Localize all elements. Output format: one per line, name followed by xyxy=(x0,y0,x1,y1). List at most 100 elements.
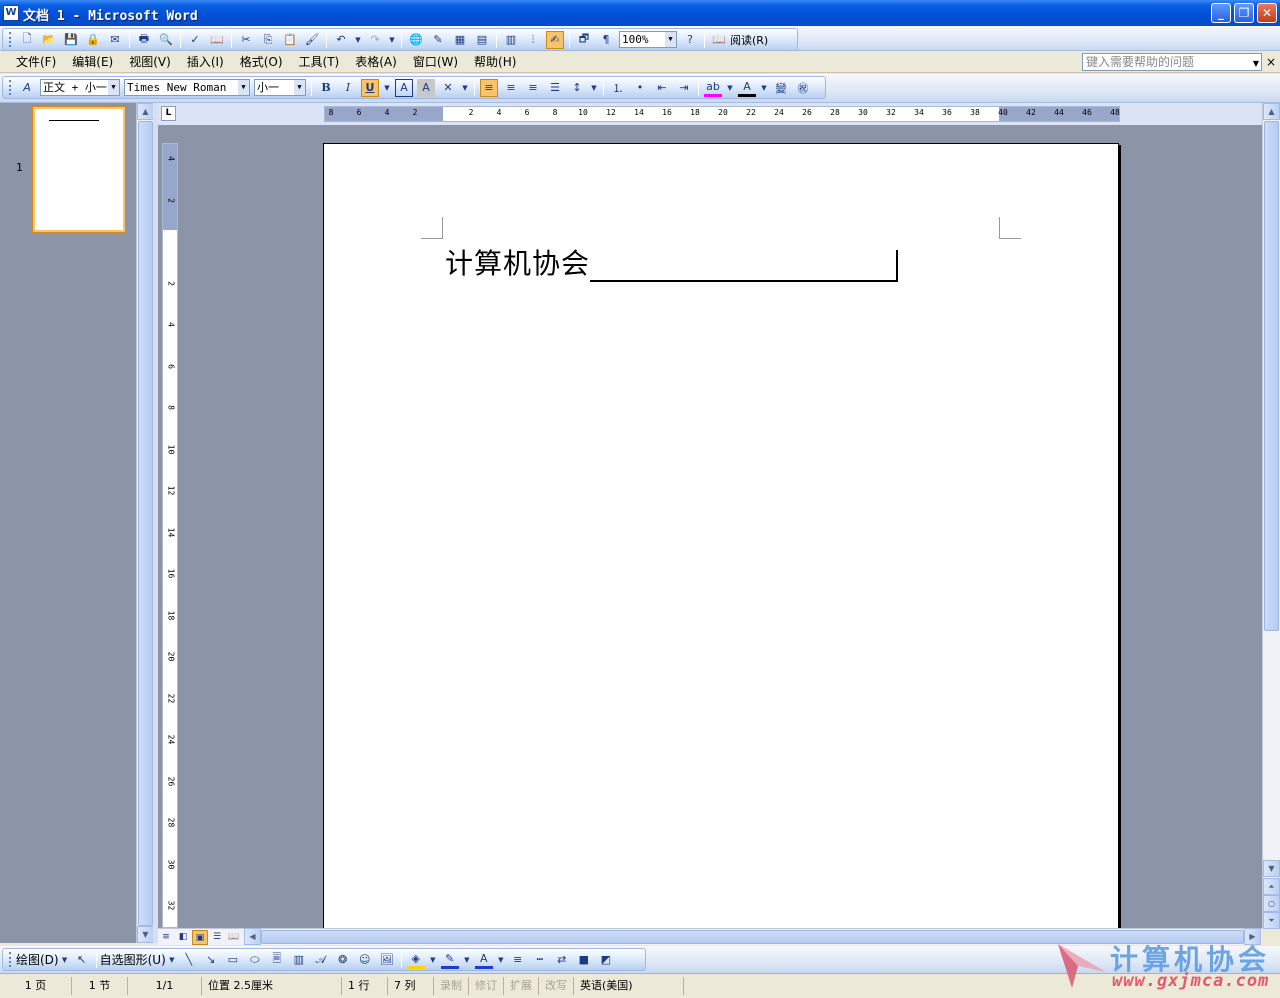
menu-help[interactable]: 帮助(H) xyxy=(466,53,524,70)
scroll-up-icon[interactable]: ▲ xyxy=(137,103,154,120)
scaling-dropdown-icon[interactable]: ▼ xyxy=(461,79,469,97)
font-color-dropdown-icon[interactable]: ▼ xyxy=(760,79,768,97)
menu-table[interactable]: 表格(A) xyxy=(347,53,405,70)
minimize-button[interactable]: _ xyxy=(1211,3,1231,23)
document-page[interactable]: 计算机协会 xyxy=(323,143,1119,928)
line-color-dropdown-icon[interactable]: ▼ xyxy=(463,951,471,969)
help-search-input[interactable]: 键入需要帮助的问题 ▼ xyxy=(1082,53,1262,71)
status-ovr[interactable]: 改写 xyxy=(539,977,574,995)
underline-button[interactable]: U xyxy=(361,78,379,97)
menu-tools[interactable]: 工具(T) xyxy=(291,53,348,70)
chevron-down-icon[interactable]: ▼ xyxy=(238,80,249,95)
permission-icon[interactable]: 🔒 xyxy=(84,31,102,49)
size-combo[interactable]: 小一 ▼ xyxy=(254,79,306,96)
thumbnail-page[interactable] xyxy=(33,107,125,232)
vertical-textbox-icon[interactable]: ▥ xyxy=(290,951,308,969)
italic-button[interactable]: I xyxy=(339,79,357,97)
style-combo[interactable]: 正文 + 小一 ▼ xyxy=(40,79,120,96)
draw-dropdown-icon[interactable]: ▼ xyxy=(61,951,69,969)
select-objects-icon[interactable]: ↖ xyxy=(73,951,91,969)
columns-icon[interactable]: ▥ xyxy=(502,31,520,49)
menu-insert[interactable]: 插入(I) xyxy=(179,53,232,70)
enclose-characters-icon[interactable]: ㊗ xyxy=(794,79,812,97)
3d-style-icon[interactable]: ◩ xyxy=(597,951,615,969)
line-icon[interactable]: ╲ xyxy=(180,951,198,969)
toolbar-grip[interactable] xyxy=(9,952,12,967)
insert-table-icon[interactable]: ▦ xyxy=(451,31,469,49)
show-hide-icon[interactable]: ¶ xyxy=(597,31,615,49)
thumbnail-scrollbar[interactable]: ▲ ▼ xyxy=(136,103,154,943)
font-combo[interactable]: Times New Roman ▼ xyxy=(124,79,250,96)
bold-button[interactable]: B xyxy=(317,79,335,97)
scroll-up-icon[interactable]: ▲ xyxy=(1263,103,1280,120)
underline-dropdown-icon[interactable]: ▼ xyxy=(383,79,391,97)
document-vertical-scrollbar[interactable]: ▲ ▼ ⏶ ○ ⏷ xyxy=(1262,103,1280,929)
dash-style-icon[interactable]: ┅ xyxy=(531,951,549,969)
redo-dropdown-icon[interactable]: ▼ xyxy=(388,31,396,49)
restore-button[interactable]: ❐ xyxy=(1234,3,1254,23)
line-style-icon[interactable]: ≡ xyxy=(509,951,527,969)
thumbnail-scroll-thumb[interactable] xyxy=(138,121,153,926)
undo-dropdown-icon[interactable]: ▼ xyxy=(354,31,362,49)
highlight-icon[interactable]: ab xyxy=(704,79,722,97)
menu-edit[interactable]: 编辑(E) xyxy=(64,53,121,70)
open-icon[interactable]: 📂 xyxy=(40,31,58,49)
character-border-icon[interactable]: A xyxy=(395,78,413,97)
reading-view-icon[interactable]: 📖 xyxy=(226,930,242,945)
chevron-down-icon[interactable]: ▼ xyxy=(108,80,119,95)
oval-icon[interactable]: ⬭ xyxy=(246,951,264,969)
new-icon[interactable]: 🗋 xyxy=(18,31,36,49)
undo-icon[interactable]: ↶ xyxy=(332,31,350,49)
menu-file[interactable]: 文件(F) xyxy=(8,53,64,70)
decrease-indent-icon[interactable]: ⇤ xyxy=(653,79,671,97)
status-ext[interactable]: 扩展 xyxy=(504,977,539,995)
character-shading-icon[interactable]: A xyxy=(417,78,435,97)
tab-selector-icon[interactable]: L xyxy=(161,106,176,121)
insert-excel-icon[interactable]: ▤ xyxy=(473,31,491,49)
web-layout-view-icon[interactable]: ◧ xyxy=(175,930,191,945)
status-trk[interactable]: 修订 xyxy=(469,977,504,995)
diagram-icon[interactable]: ❂ xyxy=(334,951,352,969)
outline-view-icon[interactable]: ☰ xyxy=(209,930,225,945)
print-preview-icon[interactable]: 🔍 xyxy=(157,31,175,49)
toolbar-grip[interactable] xyxy=(9,80,12,95)
fill-color-icon[interactable]: ◈ xyxy=(406,951,425,969)
chevron-down-icon[interactable]: ▼ xyxy=(294,80,305,95)
cut-icon[interactable]: ✂ xyxy=(237,31,255,49)
email-icon[interactable]: ✉ xyxy=(106,31,124,49)
drawing-icon[interactable]: ⫶ xyxy=(524,31,542,49)
rectangle-icon[interactable]: ▭ xyxy=(224,951,242,969)
font-color-dropdown-icon[interactable]: ▼ xyxy=(497,951,505,969)
horizontal-ruler[interactable]: 8 6 4 2 2 4 6 8 10 12 14 16 18 20 22 24 26 28 30 32 34 36 38 40… xyxy=(324,106,1120,122)
tables-borders-icon[interactable]: ✎ xyxy=(429,31,447,49)
status-language[interactable]: 英语(美国) xyxy=(574,977,684,995)
autoshapes-dropdown-icon[interactable]: ▼ xyxy=(168,951,176,969)
zoom-combo[interactable]: 100% ▼ xyxy=(619,31,677,48)
font-color-icon[interactable]: A xyxy=(738,79,756,97)
chevron-down-icon[interactable]: ▼ xyxy=(665,32,676,47)
next-page-icon[interactable]: ⏷ xyxy=(1263,912,1280,929)
redo-icon[interactable]: ↷ xyxy=(366,31,384,49)
styles-icon[interactable]: A xyxy=(18,79,36,97)
phonetic-guide-icon[interactable]: 變 xyxy=(772,79,790,97)
word-app-icon[interactable]: W xyxy=(3,5,19,21)
align-right-icon[interactable]: ≡ xyxy=(524,79,542,97)
select-browse-object-icon[interactable]: ○ xyxy=(1263,895,1280,912)
document-text-line[interactable]: 计算机协会 xyxy=(445,242,899,282)
menu-view[interactable]: 视图(V) xyxy=(121,53,179,70)
scroll-down-icon[interactable]: ▼ xyxy=(1263,860,1280,877)
bullets-icon[interactable]: • xyxy=(631,79,649,97)
textbox-icon[interactable]: 🗏 xyxy=(268,951,286,969)
copy-icon[interactable]: ⎘ xyxy=(259,31,277,49)
print-layout-view-icon[interactable]: ▣ xyxy=(192,930,208,945)
arrow-icon[interactable]: ↘ xyxy=(202,951,220,969)
read-icon[interactable]: 📖 xyxy=(710,31,728,49)
document-text[interactable]: 计算机协会 xyxy=(445,247,590,280)
spelling-icon[interactable]: ✓ xyxy=(186,31,204,49)
line-spacing-dropdown-icon[interactable]: ▼ xyxy=(590,79,598,97)
increase-indent-icon[interactable]: ⇥ xyxy=(675,79,693,97)
distributed-icon[interactable]: ☰ xyxy=(546,79,564,97)
draw-menu-button[interactable]: 绘图(D) xyxy=(16,951,59,968)
line-spacing-icon[interactable]: ↕ xyxy=(568,79,586,97)
help-icon[interactable]: ? xyxy=(681,31,699,49)
